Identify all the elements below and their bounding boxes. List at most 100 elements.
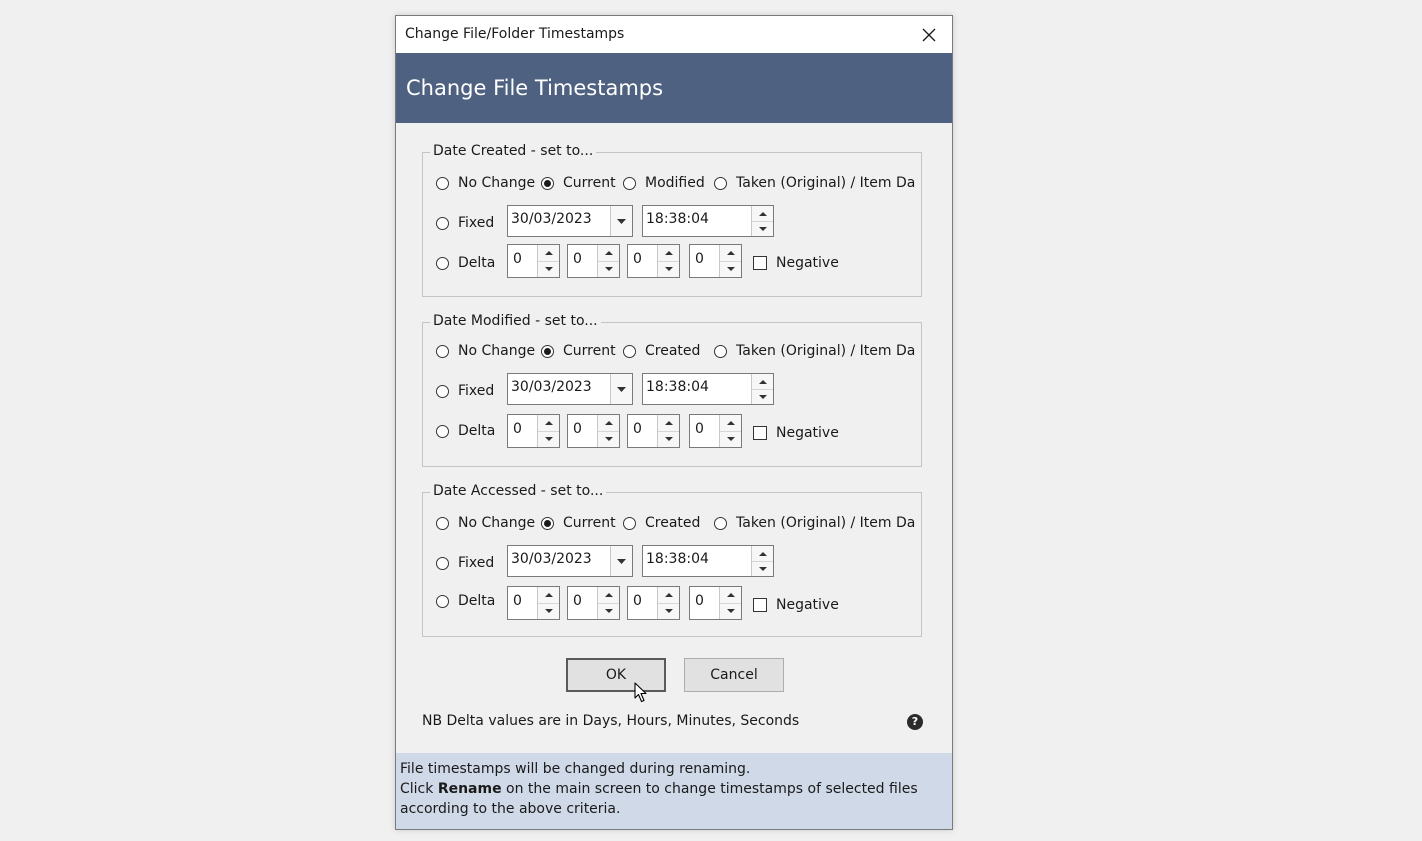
spin-down-button[interactable] [720,431,741,447]
spin-up-button[interactable] [752,546,773,562]
arrow-up-icon [758,379,767,384]
delta-days-input[interactable]: 0 [507,414,560,448]
spin-up-button[interactable] [752,206,773,222]
spin-up-button[interactable] [538,245,559,262]
delta-minutes-input[interactable]: 0 [627,244,680,278]
fixed-date-picker[interactable]: 30/03/2023 [507,373,633,405]
time-value: 18:38:04 [646,379,709,395]
radio-indicator [541,344,554,358]
spin-down-button[interactable] [538,431,559,447]
spin-up-button[interactable] [720,245,741,262]
delta-hours-input[interactable]: 0 [567,414,620,448]
date-dropdown-button[interactable] [610,546,632,576]
radio-created[interactable]: Created [623,513,700,533]
spin-down-button[interactable] [720,603,741,619]
radio-label: Taken (Original) / Item Date [736,515,915,531]
date-dropdown-button[interactable] [610,374,632,404]
spin-down-button[interactable] [658,431,679,447]
radio-no-change[interactable]: No Change [436,341,535,361]
fixed-date-picker[interactable]: 30/03/2023 [507,205,633,237]
date-value: 30/03/2023 [511,211,592,227]
spin-up-button[interactable] [658,415,679,432]
negative-checkbox[interactable]: Negative [753,595,839,615]
spin-down-button[interactable] [538,261,559,277]
cancel-button[interactable]: Cancel [684,658,784,692]
delta-value: 0 [695,251,704,267]
delta-seconds-input[interactable]: 0 [689,244,742,278]
arrow-down-icon [726,267,735,271]
fixed-row: Fixed 30/03/2023 18:38:04 [423,545,921,579]
spin-down-button[interactable] [598,603,619,619]
close-button[interactable] [906,16,952,53]
options-row: No Change Current Modified Taken (Origin… [423,173,921,199]
spin-up-button[interactable] [752,374,773,390]
delta-row: Delta 0 0 0 0 Negative [423,586,921,620]
radio-current[interactable]: Current [541,173,616,193]
fixed-time-input[interactable]: 18:38:04 [642,373,774,405]
spin-up-button[interactable] [598,415,619,432]
radio-taken-original[interactable]: Taken (Original) / Item Date [714,341,915,361]
radio-fixed[interactable]: Fixed [436,381,494,401]
spin-down-button[interactable] [752,561,773,576]
radio-indicator [714,176,727,190]
spin-up-button[interactable] [658,245,679,262]
radio-delta[interactable]: Delta [436,253,495,273]
spin-down-button[interactable] [752,221,773,236]
spin-up-button[interactable] [538,415,559,432]
radio-fixed[interactable]: Fixed [436,213,494,233]
radio-label: Fixed [458,555,495,571]
delta-minutes-input[interactable]: 0 [627,586,680,620]
delta-days-input[interactable]: 0 [507,586,560,620]
fixed-time-input[interactable]: 18:38:04 [642,205,774,237]
delta-seconds-input[interactable]: 0 [689,414,742,448]
arrow-down-icon [726,609,735,613]
spin-up-button[interactable] [658,587,679,604]
spin-up-button[interactable] [720,587,741,604]
arrow-up-icon [604,251,613,255]
spin-down-button[interactable] [658,603,679,619]
spin-up-button[interactable] [538,587,559,604]
spin-up-button[interactable] [598,245,619,262]
radio-modified[interactable]: Modified [623,173,705,193]
date-value: 30/03/2023 [511,379,592,395]
negative-checkbox[interactable]: Negative [753,253,839,273]
radio-current[interactable]: Current [541,513,616,533]
fixed-date-picker[interactable]: 30/03/2023 [507,545,633,577]
spin-up-button[interactable] [598,587,619,604]
radio-delta[interactable]: Delta [436,591,495,611]
info-line-2-prefix: Click [400,781,438,797]
delta-seconds-input[interactable]: 0 [689,586,742,620]
radio-label: No Change [458,515,536,531]
radio-taken-original[interactable]: Taken (Original) / Item Date [714,513,915,533]
negative-checkbox[interactable]: Negative [753,423,839,443]
radio-delta[interactable]: Delta [436,421,495,441]
radio-indicator [436,424,449,438]
delta-spinner [719,415,741,447]
info-line-1: File timestamps will be changed during r… [400,761,751,777]
help-icon[interactable]: ? [907,714,923,730]
spin-up-button[interactable] [720,415,741,432]
radio-taken-original[interactable]: Taken (Original) / Item Date [714,173,915,193]
info-line-3: according to the above criteria. [400,801,621,817]
spin-down-button[interactable] [538,603,559,619]
radio-no-change[interactable]: No Change [436,513,535,533]
spin-down-button[interactable] [598,431,619,447]
radio-current[interactable]: Current [541,341,616,361]
spin-down-button[interactable] [598,261,619,277]
radio-no-change[interactable]: No Change [436,173,535,193]
date-dropdown-button[interactable] [610,206,632,236]
fixed-time-input[interactable]: 18:38:04 [642,545,774,577]
spin-down-button[interactable] [658,261,679,277]
delta-hours-input[interactable]: 0 [567,586,620,620]
delta-spinner [719,245,741,277]
checkbox-indicator [753,426,767,440]
spin-down-button[interactable] [720,261,741,277]
spin-down-button[interactable] [752,389,773,404]
ok-button[interactable]: OK [566,658,666,692]
delta-minutes-input[interactable]: 0 [627,414,680,448]
delta-days-input[interactable]: 0 [507,244,560,278]
radio-fixed[interactable]: Fixed [436,553,494,573]
delta-spinner [719,587,741,619]
delta-hours-input[interactable]: 0 [567,244,620,278]
radio-created[interactable]: Created [623,341,700,361]
